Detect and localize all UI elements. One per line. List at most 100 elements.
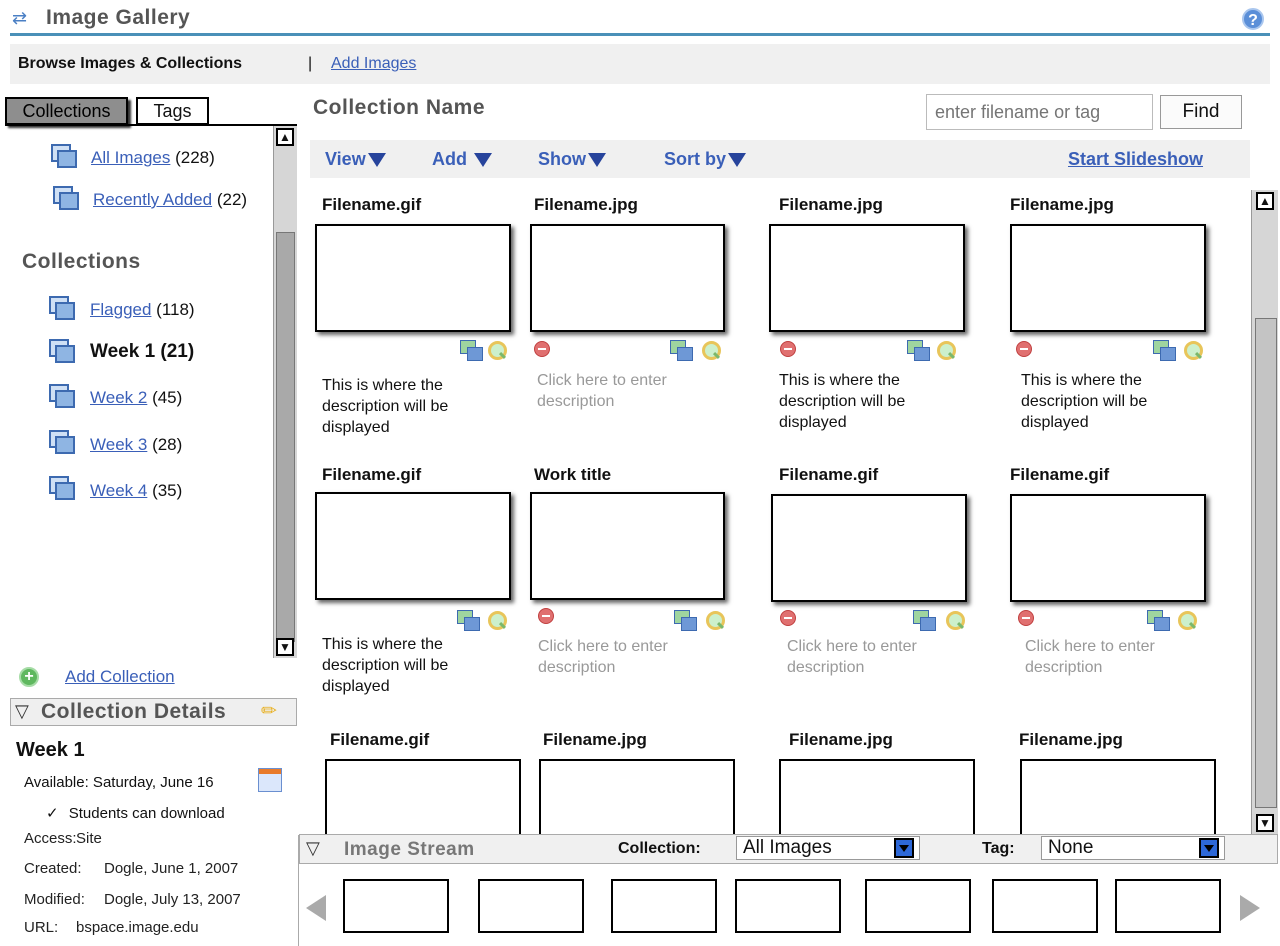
image-description[interactable]: This is where the description will be di… [779,370,969,433]
edit-image-icon[interactable] [913,610,936,631]
chevron-down-icon[interactable] [1199,838,1219,858]
remove-icon[interactable] [538,608,554,624]
sidebar-item-label[interactable]: Week 3 [90,435,147,454]
sidebar-item-label[interactable]: Week 4 [90,481,147,500]
stream-thumbnail[interactable] [1115,879,1221,933]
image-description[interactable]: This is where the description will be di… [322,634,512,697]
tab-tags[interactable]: Tags [136,97,209,125]
remove-icon[interactable] [780,341,796,357]
sidebar-item-label[interactable]: Week 2 [90,388,147,407]
zoom-icon[interactable] [486,610,507,630]
add-collection-link[interactable]: Add Collection [65,667,175,687]
edit-image-icon[interactable] [460,340,483,361]
sidebar-item-week2[interactable]: Week 2 (45) [90,388,182,408]
add-icon[interactable]: + [19,667,39,687]
zoom-icon[interactable] [1182,340,1203,360]
zoom-icon[interactable] [700,340,721,360]
help-icon[interactable]: ? [1242,8,1264,30]
pencil-icon[interactable]: ✏ [261,700,277,723]
image-thumbnail[interactable] [1020,759,1216,835]
edit-image-icon[interactable] [670,340,693,361]
sidebar-item-all-images[interactable]: All Images (228) [91,148,215,168]
stream-thumbnail[interactable] [611,879,717,933]
image-thumbnail[interactable] [1010,494,1206,602]
nav-separator: | [308,55,313,72]
image-thumbnail[interactable] [769,224,965,332]
sidebar-item-recently-added[interactable]: Recently Added (22) [93,190,247,210]
stream-thumbnail[interactable] [735,879,841,933]
scroll-down-button[interactable]: ▼ [276,638,294,656]
scroll-down-button[interactable]: ▼ [1256,814,1274,832]
scroll-thumb[interactable] [1255,318,1277,808]
zoom-icon[interactable] [944,610,965,630]
add-menu[interactable]: Add [432,149,493,170]
collection-select[interactable]: All Images [736,836,920,860]
chevron-down-icon[interactable] [894,838,914,858]
sidebar-item-flagged[interactable]: Flagged (118) [90,300,195,320]
stream-prev-arrow[interactable] [306,895,326,921]
edit-image-icon[interactable] [457,610,480,631]
sort-menu[interactable]: Sort by [664,149,747,170]
stream-thumbnail[interactable] [478,879,584,933]
zoom-icon[interactable] [486,340,507,360]
sidebar-item-week3[interactable]: Week 3 (28) [90,435,182,455]
image-thumbnail[interactable] [1010,224,1206,332]
main-scrollbar[interactable]: ▲ ▼ [1251,190,1278,834]
sidebar-item-label[interactable]: All Images [91,148,170,167]
scroll-up-button[interactable]: ▲ [1256,192,1274,210]
show-menu[interactable]: Show [538,149,606,170]
start-slideshow-link[interactable]: Start Slideshow [1068,149,1203,170]
view-menu[interactable]: View [325,149,386,170]
sidebar-item-week1[interactable]: Week 1 (21) [90,341,194,363]
remove-icon[interactable] [780,610,796,626]
swap-icon[interactable]: ⇄ [12,8,34,28]
image-thumbnail[interactable] [530,224,725,332]
zoom-icon[interactable] [935,340,956,360]
image-thumbnail[interactable] [779,759,975,835]
left-scrollbar[interactable]: ▲ ▼ [273,126,297,658]
stream-thumbnail[interactable] [992,879,1098,933]
edit-image-icon[interactable] [1147,610,1170,631]
image-thumbnail[interactable] [325,759,521,835]
collection-details-header[interactable]: ▽ Collection Details ✏ [10,698,297,726]
description-placeholder[interactable]: Click here to enter description [538,636,728,678]
image-description[interactable]: This is where the description will be di… [1021,370,1211,433]
zoom-icon[interactable] [704,610,725,630]
edit-image-icon[interactable] [1153,340,1176,361]
image-thumbnail[interactable] [771,494,967,602]
scroll-thumb[interactable] [276,232,295,642]
search-input[interactable] [926,94,1153,130]
tab-collections[interactable]: Collections [5,97,128,125]
show-label: Show [538,149,586,169]
sidebar-item-week4[interactable]: Week 4 (35) [90,481,182,501]
description-placeholder[interactable]: Click here to enter description [537,370,727,412]
description-placeholder[interactable]: Click here to enter description [787,636,977,678]
sidebar-item-label[interactable]: Recently Added [93,190,212,209]
stream-next-arrow[interactable] [1240,895,1260,921]
zoom-icon[interactable] [1176,610,1197,630]
image-thumbnail[interactable] [530,492,725,600]
image-thumbnail[interactable] [539,759,735,835]
stream-thumbnail[interactable] [865,879,971,933]
nav-browse[interactable]: Browse Images & Collections [18,55,242,73]
sidebar-item-label[interactable]: Week 1 (21) [90,341,194,362]
nav-add-images-link[interactable]: Add Images [331,55,416,73]
tag-select[interactable]: None [1041,836,1225,860]
stream-thumbnail[interactable] [343,879,449,933]
description-placeholder[interactable]: Click here to enter description [1025,636,1215,678]
calendar-icon[interactable] [258,768,282,792]
collapse-triangle-icon[interactable]: ▽ [15,701,29,722]
remove-icon[interactable] [1018,610,1034,626]
sidebar-item-label[interactable]: Flagged [90,300,151,319]
remove-icon[interactable] [1016,341,1032,357]
find-button[interactable]: Find [1160,95,1242,129]
scroll-up-button[interactable]: ▲ [276,128,294,146]
remove-icon[interactable] [534,341,550,357]
edit-image-icon[interactable] [674,610,697,631]
image-thumbnail[interactable] [315,492,511,600]
collapse-triangle-icon[interactable]: ▽ [306,838,320,859]
image-thumbnail[interactable] [315,224,511,332]
image-description[interactable]: This is where the description will be di… [322,375,512,438]
edit-image-icon[interactable] [907,340,930,361]
image-filename: Filename.gif [322,195,422,214]
